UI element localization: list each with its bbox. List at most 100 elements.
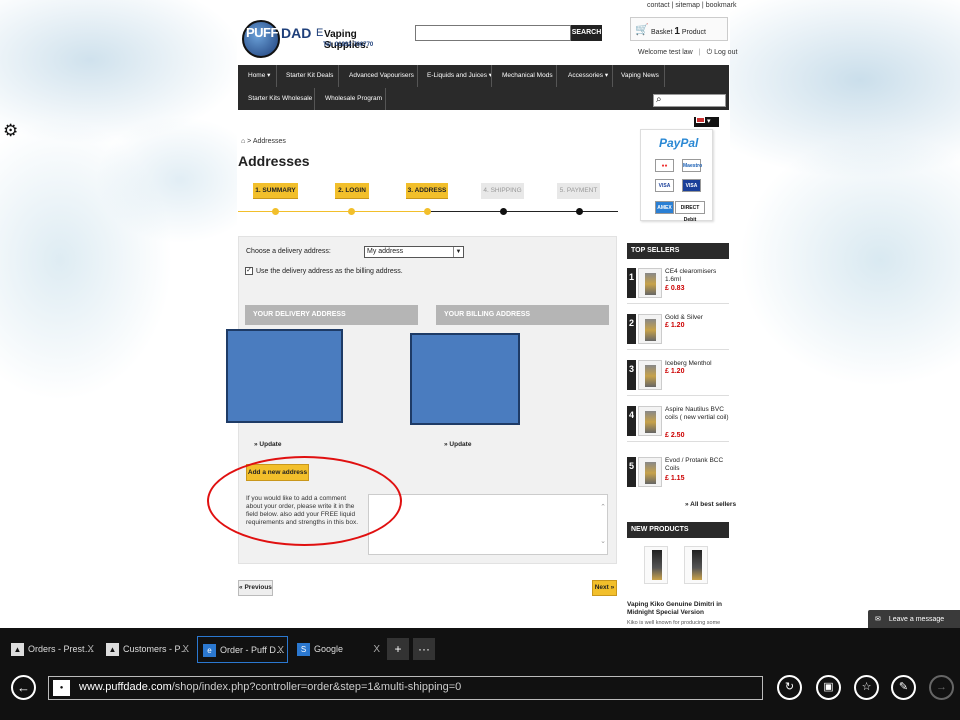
seller-name[interactable]: Evod / Protank BCC Coils (665, 457, 729, 473)
forward-button[interactable]: → (929, 675, 954, 700)
update-billing-link[interactable]: » Update (444, 441, 471, 448)
step-summary[interactable]: 1. SUMMARY (253, 183, 298, 199)
product-thumbnail[interactable] (638, 268, 662, 298)
address-bar[interactable]: ● www.puffdade.com/shop/index.php?contro… (48, 676, 763, 700)
browser-tab-active[interactable]: e Order - Puff D… X (197, 636, 288, 663)
site-logo[interactable]: PUFF DAD E Vaping Supplies. Tel: 01992 7… (240, 19, 400, 61)
direct-debit-icon: DIRECT Debit (675, 201, 705, 223)
seller-item-5[interactable]: 5 Evod / Protank BCC Coils £ 1.15 (627, 455, 729, 495)
nav-mechanical-mods[interactable]: Mechanical Mods (502, 71, 553, 81)
home-icon[interactable]: ⌂ (241, 138, 245, 145)
page-title: Addresses (238, 153, 310, 169)
refresh-button[interactable]: ↻ (777, 675, 802, 700)
scroll-down-icon[interactable]: ⌄ (600, 537, 606, 545)
order-comment-textarea[interactable]: ⌃ ⌄ (368, 494, 608, 555)
visa-icon: VISA (655, 179, 674, 192)
product-thumbnail[interactable] (638, 406, 662, 436)
close-icon[interactable]: X (277, 637, 284, 664)
close-icon[interactable]: X (182, 636, 189, 663)
step-address[interactable]: 3. ADDRESS (406, 183, 448, 199)
nav-starter-kit-deals[interactable]: Starter Kit Deals (286, 71, 333, 81)
nav-advanced-vapourisers[interactable]: Advanced Vapourisers (349, 71, 414, 81)
seller-price: £ 1.15 (665, 475, 685, 482)
same-billing-checkbox[interactable]: ✓ (245, 267, 253, 275)
basket-summary[interactable]: 🛒 Basket 1 Product (630, 17, 728, 41)
seller-item-3[interactable]: 3 Iceberg Menthol £ 1.20 (627, 358, 729, 398)
logo-e: E (316, 27, 324, 39)
top-links: contact | sitemap | bookmark (647, 2, 737, 9)
tab-tools-button[interactable]: ··· (413, 638, 435, 660)
nav-accessories-label: Accessories (568, 72, 604, 79)
seller-rank: 4 (627, 406, 636, 436)
seller-item-1[interactable]: 1 CE4 clearomisers 1.6ml £ 0.83 (627, 266, 729, 306)
step-dot (576, 208, 583, 215)
scroll-up-icon[interactable]: ⌃ (600, 503, 606, 511)
nav-divider (664, 65, 665, 87)
step-login[interactable]: 2. LOGIN (335, 183, 369, 199)
tabs-button[interactable]: ▣ (816, 675, 841, 700)
seller-name[interactable]: CE4 clearomisers 1.6ml (665, 268, 729, 284)
next-button[interactable]: Next » (592, 580, 617, 596)
product-thumbnail[interactable] (638, 314, 662, 344)
gear-icon[interactable]: ⚙ (3, 121, 18, 141)
nav-starter-kits-wholesale[interactable]: Starter Kits Wholesale (248, 94, 312, 104)
seller-name[interactable]: Iceberg Menthol (665, 360, 729, 368)
nav-divider (338, 65, 339, 87)
search-input[interactable] (415, 25, 571, 41)
language-selector[interactable]: ▾ (694, 117, 719, 127)
nav-search-input[interactable]: ⌕ (653, 94, 726, 107)
contact-link[interactable]: contact (647, 2, 670, 9)
nav-wholesale-program[interactable]: Wholesale Program (325, 94, 382, 104)
new-product-thumbnail[interactable] (644, 546, 668, 584)
logout-link[interactable]: Log out (714, 49, 737, 56)
previous-button[interactable]: « Previous (238, 580, 273, 596)
browser-tab[interactable]: ▲ Customers - P… X (101, 636, 192, 663)
nav-divider (417, 65, 418, 87)
uk-flag-icon (696, 117, 705, 124)
breadcrumb: ⌂ > Addresses (241, 138, 286, 145)
close-icon[interactable]: X (373, 636, 380, 663)
seller-item-4[interactable]: 4 Aspire Nautilus BVC coils ( new vertia… (627, 404, 729, 444)
product-thumbnail[interactable] (638, 457, 662, 487)
sitemap-link[interactable]: sitemap (675, 2, 700, 9)
back-button[interactable]: ← (11, 675, 36, 700)
nav-e-liquids[interactable]: E-Liquids and Juices ▾ (427, 71, 492, 81)
search-button[interactable]: SEARCH (571, 25, 602, 41)
new-product-title[interactable]: Vaping Kiko Genuine Dimitri in Midnight … (627, 601, 729, 617)
maestro-icon: Maestro (682, 159, 702, 172)
delivery-address-redacted (226, 329, 343, 423)
url-host: www.puffdade.com (79, 681, 172, 693)
main-nav: Home ▾ Starter Kit Deals Advanced Vapour… (238, 65, 729, 110)
seller-name[interactable]: Aspire Nautilus BVC coils ( new vertial … (665, 406, 729, 422)
update-delivery-link[interactable]: » Update (254, 441, 281, 448)
new-tab-button[interactable]: + (387, 638, 409, 660)
browser-tab[interactable]: ▲ Orders - Prest… X (6, 636, 97, 663)
seller-rank: 5 (627, 457, 636, 487)
prestashop-icon: ▲ (11, 643, 24, 656)
nav-vaping-news[interactable]: Vaping News (621, 71, 659, 81)
close-icon[interactable]: X (87, 636, 94, 663)
all-best-sellers-link[interactable]: » All best sellers (685, 501, 736, 508)
basket-count: 1 (674, 26, 680, 37)
product-thumbnail[interactable] (638, 360, 662, 390)
seller-name[interactable]: Gold & Silver (665, 314, 729, 322)
nav-home[interactable]: Home ▾ (248, 71, 270, 81)
page-tools-button[interactable]: ✎ (891, 675, 916, 700)
nav-home-label: Home (248, 72, 266, 79)
seller-rank: 3 (627, 360, 636, 390)
delivery-address-select[interactable]: My address ▼ (364, 246, 464, 258)
leave-message-button[interactable]: ✉ Leave a message (868, 610, 960, 630)
seller-rank: 1 (627, 268, 636, 298)
nav-accessories[interactable]: Accessories ▾ (568, 71, 608, 81)
basket-unit: Product (681, 29, 706, 36)
favorites-button[interactable]: ☆ (854, 675, 879, 700)
seller-item-2[interactable]: 2 Gold & Silver £ 1.20 (627, 312, 729, 352)
browser-tab[interactable]: S Google X (292, 636, 383, 663)
logo-phone: Tel: 01992 700770 (323, 42, 374, 48)
billing-address-redacted (410, 333, 520, 425)
nav-e-liquids-label: E-Liquids and Juices (427, 72, 487, 79)
bookmark-link[interactable]: bookmark (706, 2, 737, 9)
ie-icon: e (203, 644, 216, 657)
new-product-thumbnail[interactable] (684, 546, 708, 584)
nav-divider (556, 65, 557, 87)
